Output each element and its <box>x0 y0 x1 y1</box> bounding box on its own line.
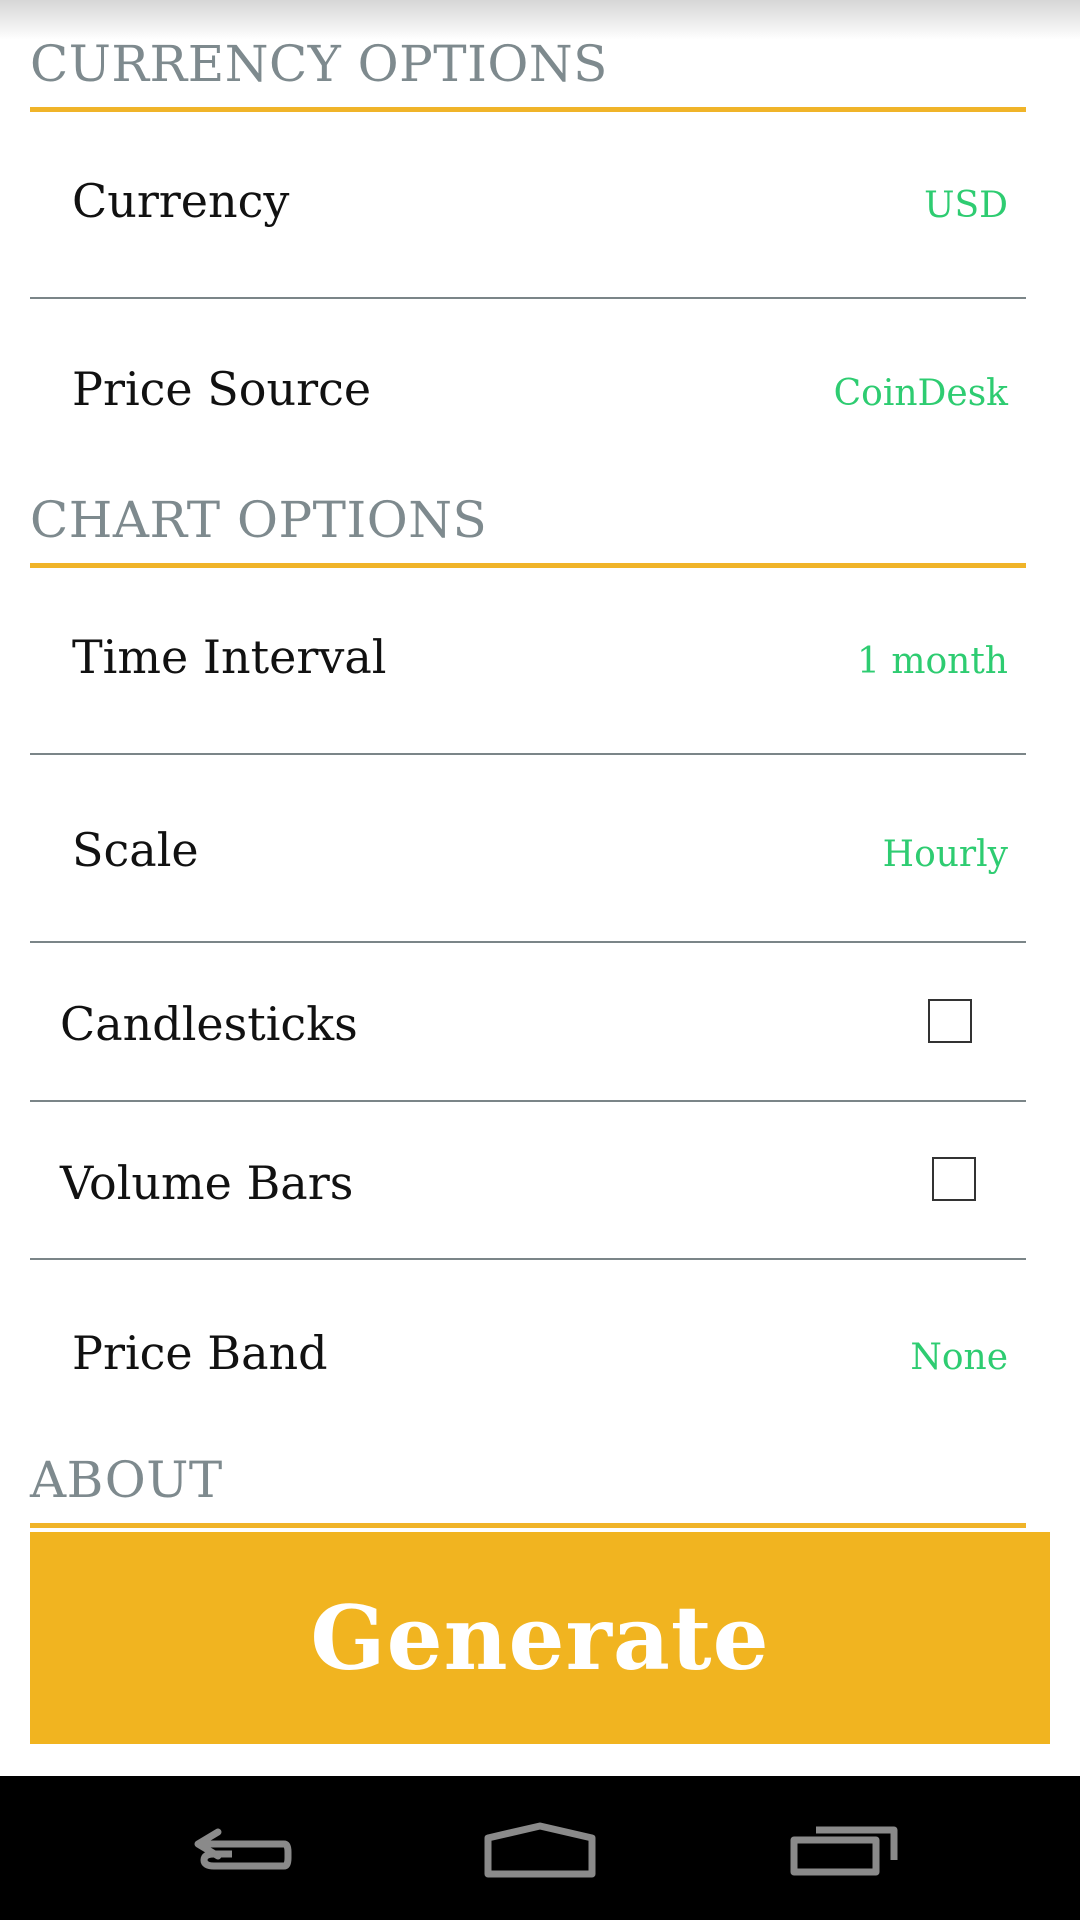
pref-value-time-interval: 1 month <box>857 641 1008 682</box>
section-title: CHART OPTIONS <box>30 491 488 549</box>
navigation-bar <box>0 1776 1080 1920</box>
volume-bars-checkbox[interactable] <box>932 1157 976 1201</box>
generate-button[interactable]: Generate <box>30 1532 1050 1744</box>
pref-label-candlesticks: Candlesticks <box>60 997 358 1051</box>
pref-value-scale: Hourly <box>882 834 1008 875</box>
pref-row-candlesticks[interactable]: Candlesticks <box>30 943 1026 1100</box>
candlesticks-checkbox[interactable] <box>928 999 972 1043</box>
pref-label-price-band: Price Band <box>72 1326 328 1380</box>
recent-apps-icon <box>790 1826 898 1876</box>
home-button[interactable] <box>460 1776 620 1920</box>
pref-label-scale: Scale <box>72 823 199 877</box>
section-header-about: ABOUT <box>30 1436 1026 1528</box>
pref-value-price-band: None <box>910 1337 1008 1378</box>
pref-label-time-interval: Time Interval <box>72 630 387 684</box>
pref-value-price-source: CoinDesk <box>833 373 1008 414</box>
generate-button-label: Generate <box>310 1586 770 1690</box>
pref-row-volume-bars[interactable]: Volume Bars <box>30 1102 1026 1258</box>
recent-apps-button[interactable] <box>764 1776 924 1920</box>
section-header-chart-options: CHART OPTIONS <box>30 476 1026 568</box>
pref-value-currency: USD <box>924 185 1008 226</box>
back-button[interactable] <box>160 1776 320 1920</box>
section-title: CURRENCY OPTIONS <box>30 35 608 93</box>
pref-row-time-interval[interactable]: Time Interval 1 month <box>30 568 1026 754</box>
back-icon <box>194 1828 292 1870</box>
section-title: ABOUT <box>30 1451 223 1509</box>
pref-label-price-source: Price Source <box>72 362 372 416</box>
pref-label-currency: Currency <box>72 174 290 228</box>
pref-row-currency[interactable]: Currency USD <box>30 112 1026 298</box>
section-header-currency-options: CURRENCY OPTIONS <box>30 20 1026 112</box>
pref-row-price-source[interactable]: Price Source CoinDesk <box>30 299 1026 479</box>
pref-row-scale[interactable]: Scale Hourly <box>30 755 1026 941</box>
pref-label-volume-bars: Volume Bars <box>60 1156 354 1210</box>
home-icon <box>484 1822 596 1878</box>
pref-row-price-band[interactable]: Price Band None <box>30 1260 1026 1440</box>
